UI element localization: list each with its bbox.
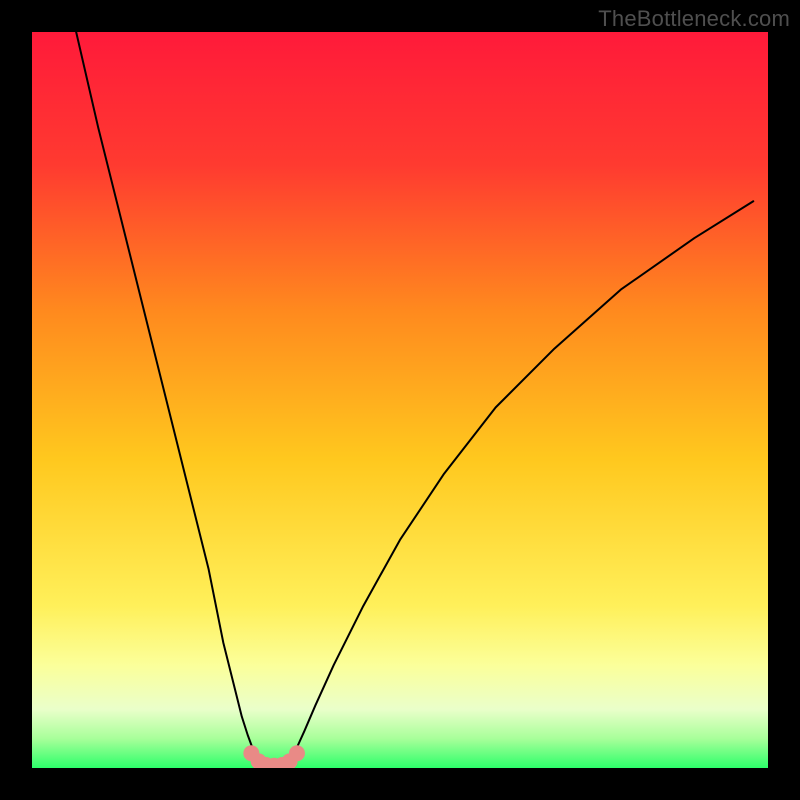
chart-plot-area — [32, 32, 768, 768]
watermark-text: TheBottleneck.com — [598, 6, 790, 32]
chart-svg-overlay — [32, 32, 768, 768]
trough-marker — [289, 745, 305, 761]
curve-left-branch — [76, 32, 257, 758]
chart-frame: TheBottleneck.com — [0, 0, 800, 800]
curve-right-branch — [291, 201, 753, 757]
